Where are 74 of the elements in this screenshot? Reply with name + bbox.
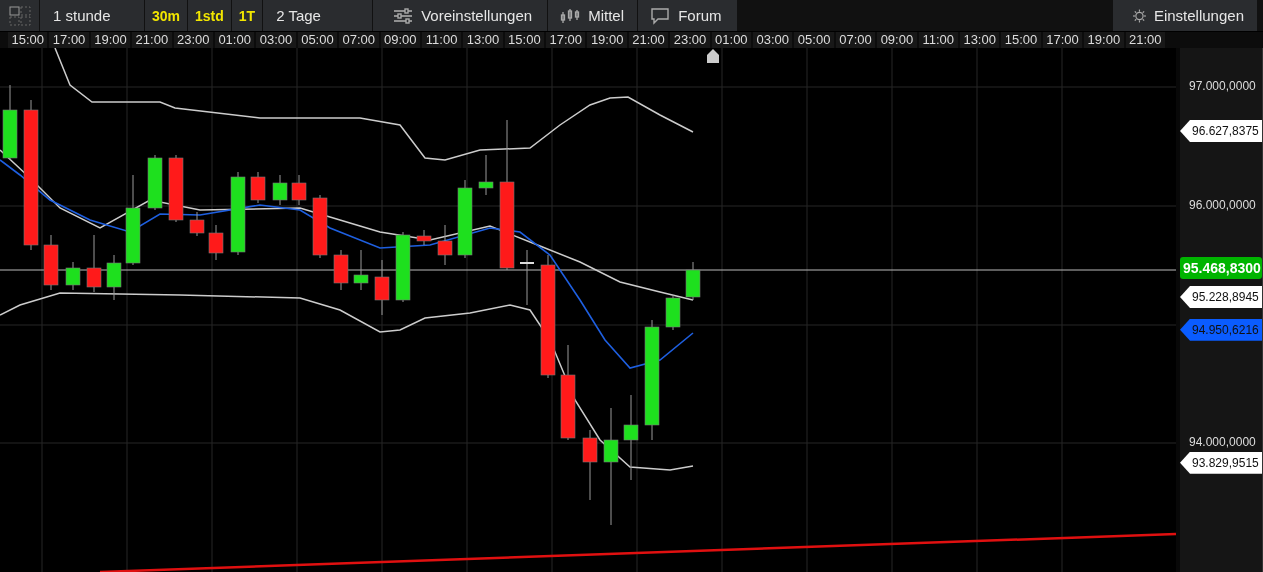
candle [665,294,681,331]
time-label: 21:00 [628,32,669,48]
candle [416,229,432,246]
time-label: 03:00 [753,32,793,48]
timeframe-button[interactable]: 1T [231,0,264,31]
price-tag: 96.627,8375 [1180,120,1262,143]
time-label: 11:00 [421,32,462,48]
candle [106,254,122,301]
time-label: 13:00 [960,32,1000,48]
candle [353,249,369,291]
presets-button[interactable]: Voreinstellungen [373,0,549,31]
candle [250,171,266,204]
price-tag: 93.829,9515 [1180,451,1262,474]
timeframe-button[interactable]: 30m [145,0,189,31]
range-button[interactable]: 2 Tage [263,0,374,31]
candle [395,231,411,303]
candle [685,261,701,301]
candle [478,154,494,196]
range-button[interactable]: 1 stunde [40,0,145,31]
candle [437,224,453,266]
candle [168,154,184,223]
candle [272,174,288,206]
candle [189,211,205,237]
chat-bubble-icon [650,6,671,25]
sliders-icon [393,7,414,24]
price-tag: 95.228,8945 [1180,285,1262,308]
candle [43,234,59,291]
candle [147,154,163,211]
time-label: 07:00 [339,32,379,48]
layout-grid-icon [8,5,31,26]
time-label: 01:00 [711,32,752,48]
candle [374,259,390,316]
candle [291,174,307,206]
marker-icon [707,49,719,63]
time-label: 03:00 [256,32,296,48]
candle [519,249,535,306]
price-label: 94.000,0000 [1189,434,1256,449]
time-label: 15:00 [1001,32,1041,48]
time-label: 17:00 [49,32,89,48]
time-label: 15:00 [504,32,545,48]
time-label: 19:00 [90,32,131,48]
time-label: 09:00 [877,32,917,48]
time-label: 09:00 [380,32,420,48]
price-label: 96.000,0000 [1189,197,1256,212]
time-label: 21:00 [1125,32,1165,48]
forum-button[interactable]: Forum [638,0,739,31]
time-label: 05:00 [297,32,338,48]
candle [333,249,349,291]
candle [208,224,224,261]
time-label: 19:00 [587,32,627,48]
time-label: 01:00 [214,32,255,48]
candle [65,261,81,291]
settings-button[interactable]: Einstellungen [1113,0,1258,31]
time-label: 21:00 [132,32,172,48]
time-label: 23:00 [173,32,213,48]
layout-button[interactable] [0,0,40,31]
time-label: 17:00 [546,32,586,48]
candlestick-icon [560,7,581,24]
candle [582,429,598,501]
time-label: 11:00 [918,32,958,48]
price-tag: 94.950,6216 [1180,318,1262,341]
time-label: 07:00 [835,32,876,48]
timeframe-button[interactable]: 1std [188,0,232,31]
price-label: 97.000,0000 [1189,79,1256,93]
time-label: 15:00 [8,32,48,48]
candle [312,194,328,259]
time-label: 17:00 [1042,32,1083,48]
price-tag: 95.468,8300 [1180,257,1262,280]
time-label: 23:00 [670,32,710,48]
time-label: 19:00 [1084,32,1124,48]
candle [86,234,102,293]
time-label: 05:00 [794,32,834,48]
indicators-button[interactable]: Mittel [548,0,639,31]
time-label: 13:00 [463,32,503,48]
